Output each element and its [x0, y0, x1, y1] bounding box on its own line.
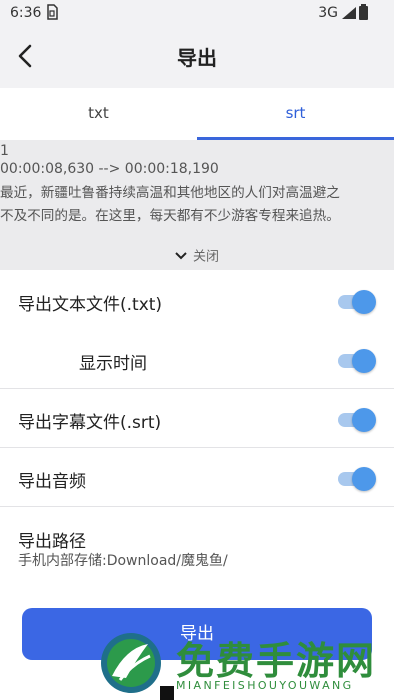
watermark: 免费手游网 MIANFEISHOUYOUWANG [96, 630, 386, 700]
watermark-logo-icon [96, 630, 166, 696]
export-txt-toggle[interactable] [338, 290, 376, 314]
tab-txt[interactable]: txt [0, 88, 197, 140]
export-txt-label: 导出文本文件(.txt) [18, 295, 163, 315]
export-path-value: 手机内部存储:Download/魔鬼鱼/ [18, 553, 228, 569]
divider [0, 506, 394, 507]
export-srt-label: 导出字幕文件(.srt) [18, 413, 162, 433]
tab-srt[interactable]: srt [197, 88, 394, 140]
status-time: 6:36 [10, 5, 42, 21]
watermark-subtext: MIANFEISHOUYOUWANG [176, 679, 354, 692]
export-audio-label: 导出音频 [18, 472, 86, 492]
subtitle-preview: 1 00:00:08,630 --> 00:00:18,190 最近，新疆吐鲁番… [0, 140, 394, 244]
status-bar: 6:36 3G [0, 0, 394, 28]
signal-icon [342, 7, 356, 23]
chevron-down-icon [175, 244, 187, 270]
sim-card-icon [46, 4, 58, 24]
export-srt-toggle[interactable] [338, 408, 376, 432]
collapse-button[interactable]: 关闭 [0, 244, 394, 270]
battery-icon [359, 4, 368, 20]
export-audio-toggle[interactable] [338, 467, 376, 491]
show-time-toggle[interactable] [338, 349, 376, 373]
format-tabs: txt srt [0, 88, 394, 140]
home-indicator [160, 686, 174, 700]
watermark-text: 免费手游网 [176, 639, 377, 683]
divider [0, 447, 394, 448]
preview-index: 1 [0, 143, 9, 159]
collapse-label: 关闭 [192, 249, 219, 265]
preview-timestamp: 00:00:08,630 --> 00:00:18,190 [0, 161, 219, 177]
app-bar: 导出 [0, 28, 394, 86]
page-title: 导出 [177, 46, 217, 70]
divider [0, 388, 394, 389]
preview-text-line: 最近，新疆吐鲁番持续高温和其他地区的人们对高温避之 [0, 185, 340, 201]
show-time-label: 显示时间 [79, 354, 147, 374]
export-path-label: 导出路径 [18, 532, 86, 552]
preview-text-line: 不及不同的是。在这里，每天都有不少游客专程来追热。 [0, 208, 340, 224]
network-type: 3G [318, 5, 338, 21]
